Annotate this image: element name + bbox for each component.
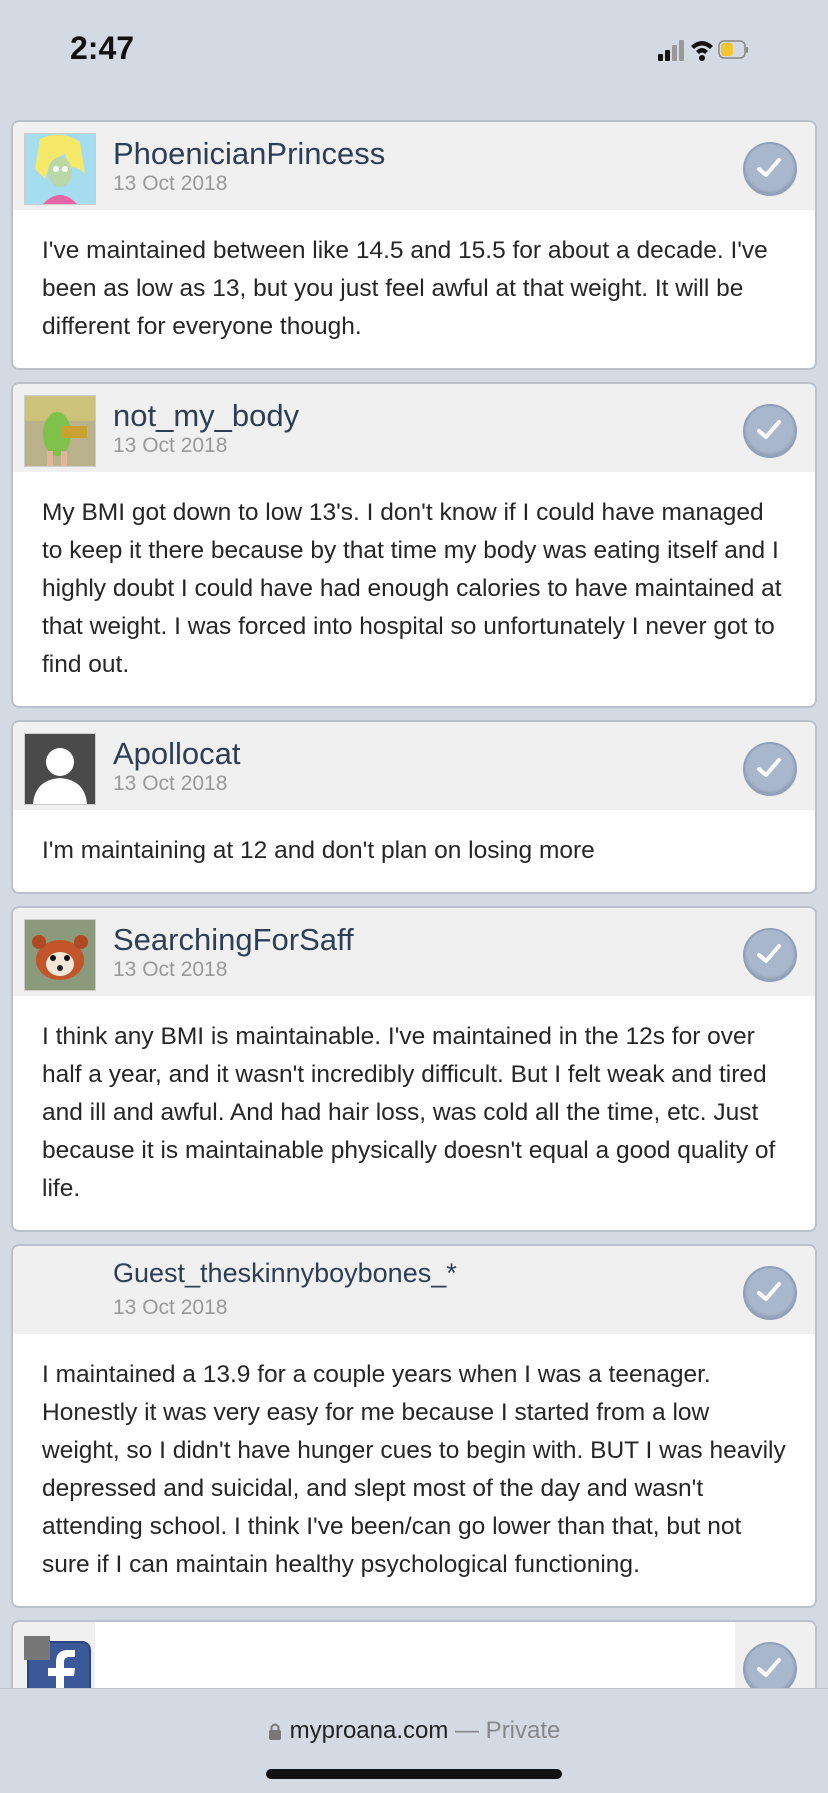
avatar[interactable]	[24, 919, 96, 991]
post: Apollocat 13 Oct 2018 I'm maintaining at…	[11, 720, 817, 894]
post-author[interactable]: SearchingForSaff	[113, 922, 354, 958]
post: SearchingForSaff 13 Oct 2018 I think any…	[11, 906, 817, 1232]
post-author[interactable]: Apollocat	[113, 736, 241, 772]
url-display[interactable]: myproana.com — Private	[0, 1717, 828, 1745]
post-body: I'm maintaining at 12 and don't plan on …	[42, 837, 595, 864]
post-author[interactable]: not_my_body	[113, 398, 299, 434]
post-body: I maintained a 13.9 for a couple years w…	[42, 1361, 786, 1578]
post-body: I think any BMI is maintainable. I've ma…	[42, 1023, 776, 1202]
post-date: 13 Oct 2018	[113, 772, 228, 795]
post-date: 13 Oct 2018	[113, 1296, 228, 1319]
private-label: — Private	[455, 1717, 561, 1744]
post-date: 13 Oct 2018	[113, 958, 228, 981]
lock-icon	[268, 1723, 281, 1740]
avatar[interactable]	[24, 395, 96, 467]
post-author[interactable]: PhoenicianPrincess	[113, 136, 385, 172]
default-avatar-icon[interactable]	[24, 733, 96, 805]
select-checkmark-icon[interactable]	[743, 1266, 797, 1320]
status-icons	[658, 40, 748, 61]
status-bar: 2:47	[0, 0, 828, 100]
post-date: 13 Oct 2018	[113, 434, 228, 457]
post: Guest_theskinnyboybones_* 13 Oct 2018 I …	[11, 1244, 817, 1608]
post: PhoenicianPrincess 13 Oct 2018 I've main…	[11, 120, 817, 370]
post-body: My BMI got down to low 13's. I don't kno…	[42, 499, 782, 678]
post-date: 13 Oct 2018	[113, 172, 228, 195]
post-header: PhoenicianPrincess 13 Oct 2018	[13, 122, 815, 210]
post-header: Apollocat 13 Oct 2018	[13, 722, 815, 810]
select-checkmark-icon[interactable]	[743, 404, 797, 458]
post-list: PhoenicianPrincess 13 Oct 2018 I've main…	[11, 120, 817, 1732]
post: not_my_body 13 Oct 2018 My BMI got down …	[11, 382, 817, 708]
url-domain: myproana.com	[289, 1717, 449, 1744]
status-time: 2:47	[70, 30, 135, 66]
post-header: Guest_theskinnyboybones_* 13 Oct 2018	[13, 1246, 815, 1334]
post-header: SearchingForSaff 13 Oct 2018	[13, 908, 815, 996]
avatar[interactable]	[24, 133, 96, 205]
browser-address-bar[interactable]: myproana.com — Private	[0, 1688, 828, 1793]
post-body: I've maintained between like 14.5 and 15…	[42, 237, 768, 340]
home-indicator[interactable]	[266, 1769, 562, 1779]
post-author[interactable]: Guest_theskinnyboybones_*	[113, 1258, 457, 1289]
select-checkmark-icon[interactable]	[743, 142, 797, 196]
post-header: not_my_body 13 Oct 2018	[13, 384, 815, 472]
select-checkmark-icon[interactable]	[743, 742, 797, 796]
select-checkmark-icon[interactable]	[743, 928, 797, 982]
